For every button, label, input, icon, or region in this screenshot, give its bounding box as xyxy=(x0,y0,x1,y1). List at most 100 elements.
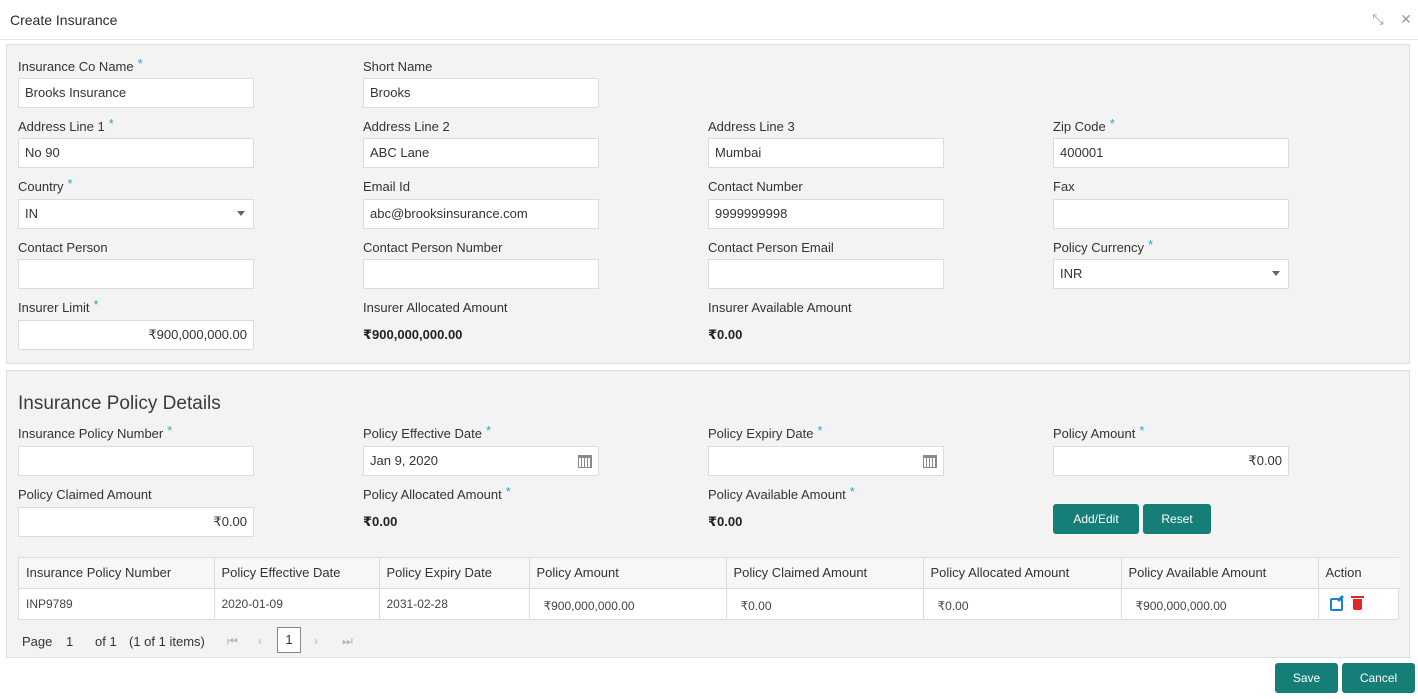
window-titlebar: Create Insurance ⤡ ✕ xyxy=(0,0,1418,40)
required-mark: * xyxy=(1139,423,1145,438)
email-id-input[interactable]: abc@brooksinsurance.com xyxy=(363,199,599,229)
close-icon[interactable]: ✕ xyxy=(1396,9,1416,29)
contact-person-email-input[interactable] xyxy=(708,259,944,289)
chevron-down-icon[interactable] xyxy=(237,211,245,216)
policy-available-amount-label: Policy Available Amount * xyxy=(708,484,855,502)
policy-number-label: Insurance Policy Number * xyxy=(18,423,173,441)
insurer-allocated-amount-value: ₹900,000,000.00 xyxy=(363,327,463,342)
insurance-co-name-input[interactable]: Brooks Insurance xyxy=(18,78,254,108)
required-mark: * xyxy=(1109,116,1115,131)
pager-page-input[interactable]: 1 xyxy=(66,634,73,649)
contact-number-label: Contact Number xyxy=(708,179,803,194)
address-line-1-label: Address Line 1 * xyxy=(18,116,114,134)
address-line-2-input[interactable]: ABC Lane xyxy=(363,138,599,168)
table-row[interactable]: INP9789 2020-01-09 2031-02-28 ₹900,000,0… xyxy=(19,588,1400,619)
policy-allocated-amount-label: Policy Allocated Amount * xyxy=(363,484,511,502)
table-header-row: Insurance Policy Number Policy Effective… xyxy=(19,558,1400,589)
short-name-label: Short Name xyxy=(363,59,433,74)
column-header[interactable]: Insurance Policy Number xyxy=(19,558,215,589)
policy-currency-select[interactable]: INR xyxy=(1053,259,1289,289)
prev-page-icon[interactable]: ‹ xyxy=(258,634,262,648)
required-mark: * xyxy=(93,297,99,312)
page-number-button[interactable]: 1 xyxy=(277,627,301,653)
policy-effective-date-value: Jan 9, 2020 xyxy=(370,453,438,468)
collapse-icon[interactable]: ⤡ xyxy=(1368,9,1388,29)
required-mark: * xyxy=(67,176,73,191)
contact-number-input[interactable]: 9999999998 xyxy=(708,199,944,229)
required-mark: * xyxy=(817,423,823,438)
policy-details-panel: Insurance Policy Details Insurance Polic… xyxy=(6,370,1410,658)
zip-code-input[interactable]: 400001 xyxy=(1053,138,1289,168)
zip-code-label: Zip Code * xyxy=(1053,116,1115,134)
required-mark: * xyxy=(485,423,492,438)
address-line-3-input[interactable]: Mumbai xyxy=(708,138,944,168)
column-header[interactable]: Policy Allocated Amount xyxy=(923,558,1122,589)
column-header[interactable]: Policy Effective Date xyxy=(214,558,380,589)
policy-claimed-amount-input[interactable]: ₹0.00 xyxy=(18,507,254,537)
chevron-down-icon[interactable] xyxy=(1272,271,1280,276)
footer-bar: Save Cancel xyxy=(0,658,1418,699)
next-page-icon[interactable]: › xyxy=(314,634,318,648)
pager-page-label: Page xyxy=(22,634,53,649)
section-title: Insurance Policy Details xyxy=(18,393,221,414)
pager-items-label: (1 of 1 items) xyxy=(129,634,205,649)
fax-input[interactable] xyxy=(1053,199,1289,229)
country-select-value: IN xyxy=(25,206,38,221)
policy-currency-label: Policy Currency * xyxy=(1053,237,1154,255)
contact-person-number-input[interactable] xyxy=(363,259,599,289)
add-edit-button[interactable]: Add/Edit xyxy=(1053,504,1139,534)
address-line-3-label: Address Line 3 xyxy=(708,119,795,134)
column-header[interactable]: Policy Claimed Amount xyxy=(726,558,924,589)
cancel-button[interactable]: Cancel xyxy=(1342,663,1415,693)
column-header[interactable]: Policy Available Amount xyxy=(1121,558,1319,589)
column-header: Action xyxy=(1318,558,1400,589)
last-page-icon[interactable]: ⏭ xyxy=(342,634,353,649)
policy-effective-date-label: Policy Effective Date * xyxy=(363,423,492,441)
country-select[interactable]: IN xyxy=(18,199,254,229)
insurer-available-amount-label: Insurer Available Amount xyxy=(708,300,852,315)
address-line-1-input[interactable]: No 90 xyxy=(18,138,254,168)
email-id-label: Email Id xyxy=(363,179,410,194)
contact-person-email-label: Contact Person Email xyxy=(708,240,834,255)
required-mark: * xyxy=(108,116,114,131)
table-cell: 2031-02-28 xyxy=(379,588,530,619)
insurer-limit-label: Insurer Limit * xyxy=(18,297,99,315)
pager-of-label: of 1 xyxy=(95,634,117,649)
policy-effective-date-input[interactable]: Jan 9, 2020 xyxy=(363,446,599,476)
insurer-available-amount-value: ₹0.00 xyxy=(708,327,743,342)
policy-available-amount-value: ₹0.00 xyxy=(708,514,743,529)
table-cell: ₹0.00 xyxy=(923,588,1122,619)
reset-button[interactable]: Reset xyxy=(1143,504,1211,534)
delete-icon[interactable] xyxy=(1350,595,1364,610)
policy-claimed-amount-label: Policy Claimed Amount xyxy=(18,487,152,502)
insurer-limit-input[interactable]: ₹900,000,000.00 xyxy=(18,320,254,350)
table-cell: ₹0.00 xyxy=(726,588,924,619)
column-header[interactable]: Policy Amount xyxy=(529,558,727,589)
calendar-icon[interactable] xyxy=(578,455,592,468)
required-mark: * xyxy=(505,484,511,499)
table-cell: ₹900,000,000.00 xyxy=(529,588,727,619)
action-cell xyxy=(1318,588,1400,619)
table-cell: ₹900,000,000.00 xyxy=(1121,588,1319,619)
required-mark: * xyxy=(137,56,143,71)
required-mark: * xyxy=(849,484,855,499)
calendar-icon[interactable] xyxy=(923,455,937,468)
policy-amount-input[interactable]: ₹0.00 xyxy=(1053,446,1289,476)
fax-label: Fax xyxy=(1053,179,1075,194)
insurer-details-panel: Insurance Co Name * Brooks Insurance Shor… xyxy=(6,44,1410,364)
short-name-input[interactable]: Brooks xyxy=(363,78,599,108)
column-header[interactable]: Policy Expiry Date xyxy=(379,558,530,589)
address-line-2-label: Address Line 2 xyxy=(363,119,450,134)
edit-icon[interactable] xyxy=(1329,597,1343,611)
contact-person-label: Contact Person xyxy=(18,240,108,255)
policy-number-input[interactable] xyxy=(18,446,254,476)
save-button[interactable]: Save xyxy=(1275,663,1338,693)
contact-person-input[interactable] xyxy=(18,259,254,289)
policy-expiry-date-input[interactable] xyxy=(708,446,944,476)
insurer-allocated-amount-label: Insurer Allocated Amount xyxy=(363,300,508,315)
policy-currency-value: INR xyxy=(1060,266,1083,281)
policy-allocated-amount-value: ₹0.00 xyxy=(363,514,398,529)
table-cell: INP9789 xyxy=(19,588,215,619)
first-page-icon[interactable]: ⏮ xyxy=(227,634,238,649)
insurance-co-name-label: Insurance Co Name * xyxy=(18,56,143,74)
